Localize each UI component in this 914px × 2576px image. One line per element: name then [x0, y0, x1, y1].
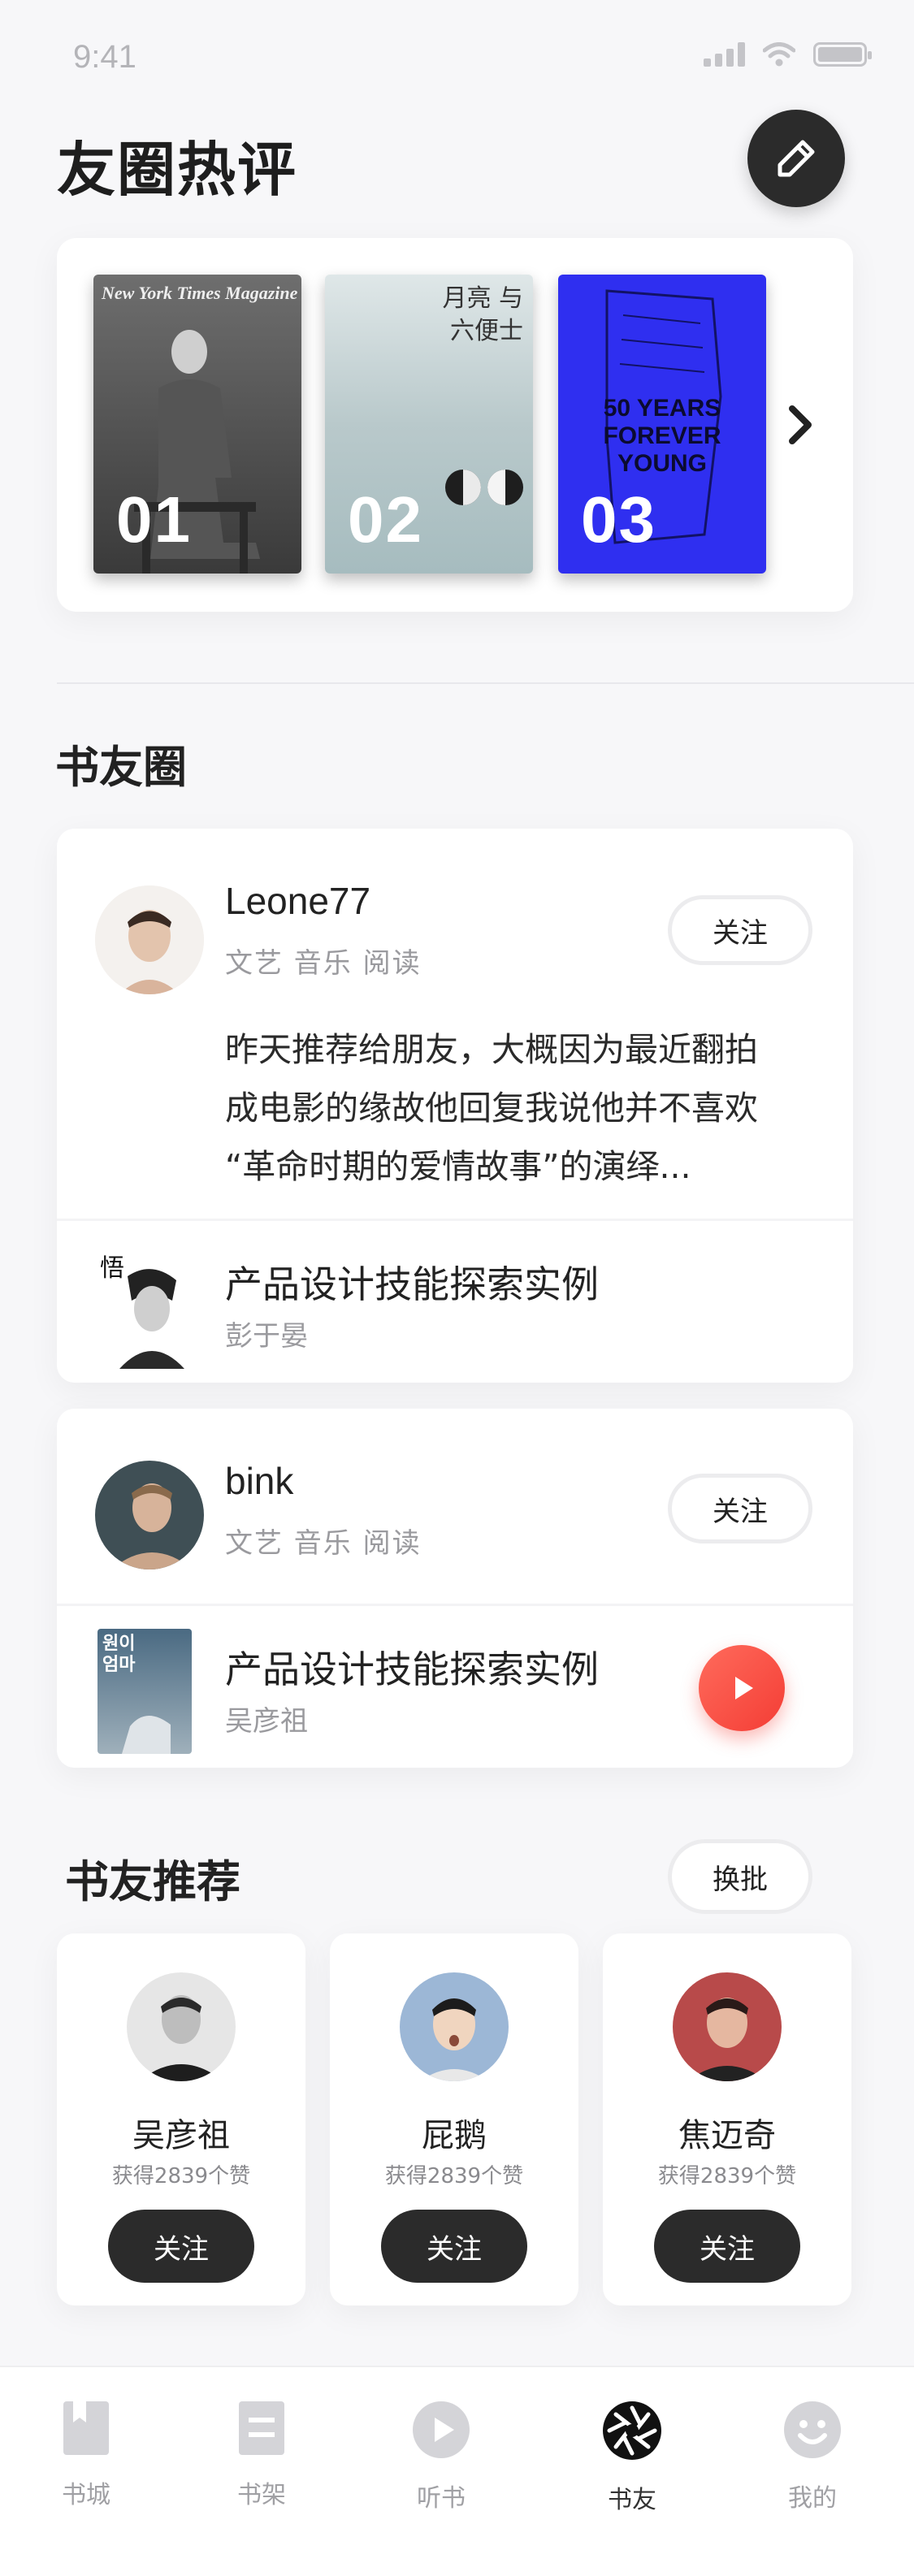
tab-bookshelf[interactable]: 书架 — [213, 2400, 310, 2510]
shared-book-row[interactable]: 悟 产品设计技能探索实例 彭于晏 — [57, 1219, 853, 1383]
section-divider — [57, 682, 914, 684]
cover-text: 50 YEARS FOREVER YOUNG — [558, 395, 766, 478]
play-icon — [735, 1677, 753, 1699]
avatar[interactable] — [95, 885, 204, 994]
profile-face-icon — [784, 2401, 841, 2458]
cover-number: 02 — [348, 483, 423, 556]
tab-bar: 书城 书架 听书 书友 我的 — [0, 2366, 914, 2576]
shared-audiobook-row[interactable]: 원이 엄마 产品设计技能探索实例 吴彦祖 — [57, 1604, 853, 1768]
recommend-user-name[interactable]: 屁鹅 — [330, 2109, 578, 2156]
section-title-recommend: 书友推荐 — [65, 1856, 240, 1907]
page-title: 友圈热评 — [57, 136, 298, 204]
section-title-circle: 书友圈 — [55, 742, 187, 793]
user-avatar-image — [95, 885, 204, 994]
book-thumbnail-text: 원이 엄마 — [102, 1634, 135, 1676]
tab-audiobooks[interactable]: 听书 — [392, 2400, 490, 2513]
tab-label: 书友 — [608, 2486, 656, 2514]
recommend-user-name[interactable]: 焦迈奇 — [603, 2109, 851, 2156]
wifi-icon — [763, 42, 795, 67]
post-card-1[interactable]: Leone77 文艺 音乐 阅读 关注 昨天推荐给朋友，大概因为最近翻拍 成电影… — [57, 829, 853, 1383]
book-author: 彭于晏 — [225, 1320, 308, 1353]
tab-label: 听书 — [417, 2484, 466, 2513]
recommend-user-likes: 获得2839个赞 — [657, 2164, 797, 2189]
edit-button[interactable] — [747, 110, 845, 207]
book-title[interactable]: 产品设计技能探索实例 — [225, 1640, 599, 1694]
pencil-icon — [778, 140, 815, 177]
user-avatar-image — [400, 1972, 509, 2081]
follow-button[interactable]: 关注 — [381, 2210, 527, 2283]
user-tags: 文艺 音乐 阅读 — [225, 947, 422, 980]
avatar[interactable] — [673, 1972, 782, 2081]
follow-button[interactable]: 关注 — [668, 895, 812, 965]
recommend-user-likes: 获得2839个赞 — [384, 2164, 524, 2189]
user-avatar-image — [673, 1972, 782, 2081]
username[interactable]: Leone77 — [225, 879, 370, 923]
book-author: 吴彦祖 — [225, 1705, 308, 1738]
book-cover-1[interactable]: New York Times Magazine 01 — [93, 275, 301, 574]
username[interactable]: bink — [225, 1459, 293, 1503]
user-tags: 文艺 音乐 阅读 — [225, 1527, 422, 1560]
book-thumbnail-text-line-2: 엄마 — [102, 1655, 136, 1675]
follow-button[interactable]: 关注 — [108, 2210, 254, 2283]
refresh-button[interactable]: 换批 — [668, 1839, 812, 1914]
chevron-right-icon[interactable] — [784, 402, 817, 448]
battery-icon — [813, 42, 872, 67]
cover-text-line-1: 50 YEARS — [603, 395, 721, 422]
tab-label: 书架 — [237, 2481, 286, 2509]
post-text[interactable]: 昨天推荐给朋友，大概因为最近翻拍 成电影的缘故他回复我说他并不喜欢 “革命时期的… — [225, 1020, 810, 1196]
recommend-user-likes: 获得2839个赞 — [111, 2164, 251, 2189]
avatar[interactable] — [95, 1461, 204, 1569]
status-time: 9:41 — [73, 39, 136, 75]
signal-icon — [704, 42, 745, 67]
tab-profile[interactable]: 我的 — [764, 2400, 861, 2513]
recommend-user-card-2[interactable]: 屁鹅 获得2839个赞 关注 — [330, 1933, 578, 2305]
recommend-user-card-1[interactable]: 吴彦祖 获得2839个赞 关注 — [57, 1933, 305, 2305]
avatar[interactable] — [400, 1972, 509, 2081]
post-text-line-2: 成电影的缘故他回复我说他并不喜欢 — [225, 1089, 758, 1128]
post-text-line-3: “革命时期的爱情故事”的演绎... — [225, 1147, 691, 1186]
book-thumbnail-text-line-1: 원이 — [102, 1634, 136, 1654]
hot-reviews-carousel: New York Times Magazine 01 月亮 与 六便士 02 5… — [57, 238, 853, 612]
book-title[interactable]: 产品设计技能探索实例 — [225, 1255, 599, 1309]
cover-text-line-2: FOREVER YOUNG — [603, 422, 721, 477]
user-avatar-image — [127, 1972, 236, 2081]
post-text-line-1: 昨天推荐给朋友，大概因为最近翻拍 — [225, 1030, 758, 1069]
bookshelf-icon — [239, 2401, 284, 2455]
book-thumbnail: 悟 — [95, 1244, 191, 1369]
user-avatar-image — [95, 1461, 204, 1569]
tab-book-friends[interactable]: 书友 — [583, 2400, 681, 2515]
tab-label: 我的 — [788, 2484, 837, 2513]
recommend-user-name[interactable]: 吴彦祖 — [57, 2109, 305, 2156]
tab-bookstore[interactable]: 书城 — [37, 2400, 135, 2510]
post-card-2[interactable]: bink 文艺 音乐 阅读 关注 원이 엄마 产品设计技能探索实例 吴彦祖 — [57, 1409, 853, 1768]
follow-button[interactable]: 关注 — [668, 1474, 812, 1543]
bookstore-icon — [63, 2401, 109, 2455]
book-cover-3[interactable]: 50 YEARS FOREVER YOUNG 03 — [558, 275, 766, 574]
book-thumbnail-portrait: 悟 — [95, 1244, 191, 1369]
play-button[interactable] — [699, 1645, 785, 1731]
cover-number: 01 — [116, 483, 192, 556]
follow-button[interactable]: 关注 — [654, 2210, 800, 2283]
avatar[interactable] — [127, 1972, 236, 2081]
recommend-user-card-3[interactable]: 焦迈奇 获得2839个赞 关注 — [603, 1933, 851, 2305]
status-icons — [704, 42, 872, 67]
cover-number: 03 — [581, 483, 656, 556]
book-cover-2[interactable]: 月亮 与 六便士 02 — [325, 275, 533, 574]
aperture-icon — [603, 2401, 661, 2460]
play-circle-icon — [413, 2401, 470, 2458]
svg-text:悟: 悟 — [100, 1254, 124, 1283]
book-thumbnail: 원이 엄마 — [97, 1629, 192, 1754]
tab-label: 书城 — [62, 2481, 110, 2509]
